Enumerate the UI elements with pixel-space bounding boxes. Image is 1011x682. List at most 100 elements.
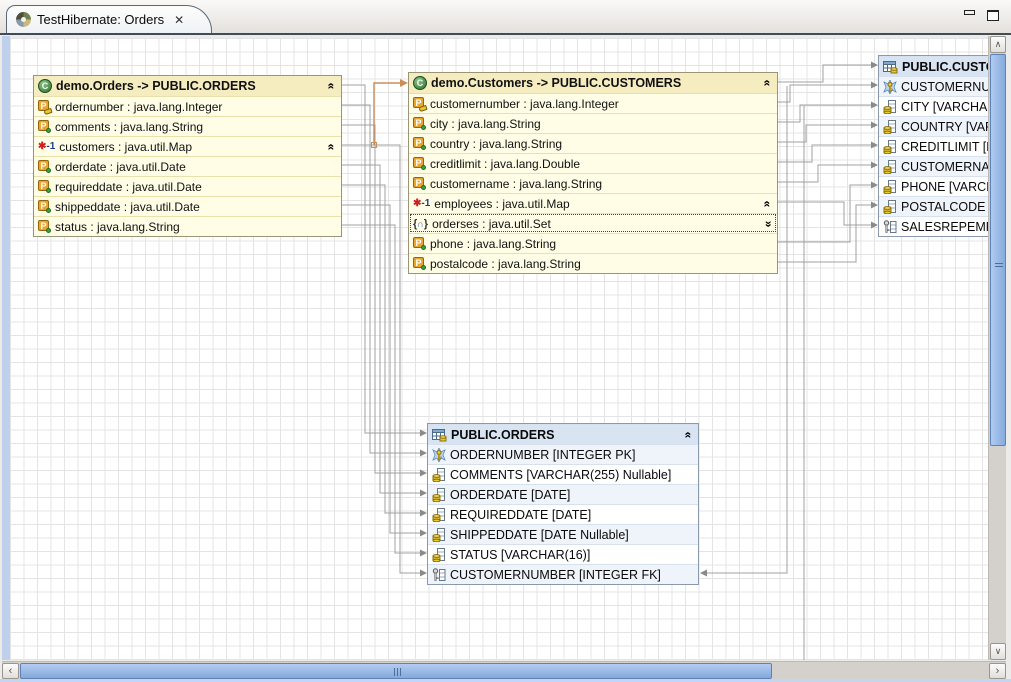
column-label: POSTALCODE [VARCHAR(15)] <box>901 200 988 214</box>
property-label: comments : java.lang.String <box>55 120 203 134</box>
column-label: ORDERNUMBER [INTEGER PK] <box>450 448 635 462</box>
many-to-one-icon: ✱-1 <box>38 141 55 152</box>
column-icon <box>883 180 897 194</box>
property-row[interactable]: P country : java.lang.String <box>409 133 777 153</box>
property-icon: P <box>38 180 51 193</box>
foreign-key-icon <box>883 220 897 234</box>
column-label: ORDERDATE [DATE] <box>450 488 570 502</box>
property-label: shippeddate : java.util.Date <box>55 200 200 214</box>
column-row[interactable]: ORDERNUMBER [INTEGER PK] <box>428 444 698 464</box>
property-row[interactable]: P city : java.lang.String <box>409 113 777 133</box>
scroll-left-arrow-icon[interactable]: ‹ <box>2 663 19 679</box>
class-box-orders[interactable]: C demo.Orders -> PUBLIC.ORDERS P ordernu… <box>33 75 342 237</box>
column-row[interactable]: CUSTOMERNUMBER [INTEGER FK] <box>428 564 698 584</box>
property-icon: P <box>413 257 426 270</box>
class-box-header[interactable]: C demo.Customers -> PUBLIC.CUSTOMERS <box>409 73 777 93</box>
property-row[interactable]: P customername : java.lang.String <box>409 173 777 193</box>
column-icon <box>432 548 446 562</box>
horizontal-scroll-thumb[interactable] <box>20 663 772 679</box>
class-box-customers[interactable]: C demo.Customers -> PUBLIC.CUSTOMERS P c… <box>408 72 778 274</box>
property-row[interactable]: P shippeddate : java.util.Date <box>34 196 341 216</box>
tab-close-icon[interactable]: ✕ <box>174 13 184 27</box>
table-box-title: PUBLIC.ORDERS <box>451 428 554 442</box>
property-label: status : java.lang.String <box>55 220 180 234</box>
column-row[interactable]: CITY [VARCHAR(50)] <box>879 96 988 116</box>
collapse-chevron-icon[interactable] <box>761 76 773 90</box>
column-row[interactable]: PHONE [VARCHAR(50)] <box>879 176 988 196</box>
property-row[interactable]: P orderdate : java.util.Date <box>34 156 341 176</box>
table-icon <box>432 428 447 442</box>
maximize-view-icon[interactable] <box>987 10 999 21</box>
class-box-title: demo.Orders -> PUBLIC.ORDERS <box>56 79 256 93</box>
table-box-public-orders[interactable]: PUBLIC.ORDERS ORDERNUMBER [INTEGER PK] C… <box>427 423 699 585</box>
column-row[interactable]: CUSTOMERNUMBER [INTEGER PK] <box>879 76 988 96</box>
property-label: customers : java.util.Map <box>59 140 192 154</box>
property-row[interactable]: ✱-1 employees : java.util.Map <box>409 193 777 213</box>
scroll-up-arrow-icon[interactable]: ∧ <box>990 36 1006 53</box>
class-box-header[interactable]: C demo.Orders -> PUBLIC.ORDERS <box>34 76 341 96</box>
horizontal-scrollbar[interactable]: ‹ › <box>2 661 1006 679</box>
column-row[interactable]: SALESREPEMPLOYEENUMBER [INTEGER FK] <box>879 216 988 236</box>
property-label: employees : java.util.Map <box>434 197 569 211</box>
property-icon: P <box>413 157 426 170</box>
column-row[interactable]: REQUIREDDATE [DATE] <box>428 504 698 524</box>
property-icon: P <box>38 200 51 213</box>
property-icon: P <box>38 160 51 173</box>
property-row[interactable]: P customernumber : java.lang.Integer <box>409 93 777 113</box>
scroll-right-arrow-icon[interactable]: › <box>989 663 1006 679</box>
scroll-down-arrow-icon[interactable]: ∨ <box>990 643 1006 660</box>
collapse-chevron-icon[interactable] <box>325 79 337 93</box>
property-row[interactable]: P status : java.lang.String <box>34 216 341 236</box>
diagram-canvas[interactable]: C demo.Orders -> PUBLIC.ORDERS P ordernu… <box>10 38 988 660</box>
property-row[interactable]: P phone : java.lang.String <box>409 233 777 253</box>
tab-title: TestHibernate: Orders <box>37 12 164 27</box>
collapse-chevron-icon[interactable] <box>682 428 694 442</box>
table-icon <box>883 60 898 74</box>
column-icon <box>883 120 897 134</box>
property-row[interactable]: P creditlimit : java.lang.Double <box>409 153 777 173</box>
column-label: STATUS [VARCHAR(16)] <box>450 548 590 562</box>
property-row[interactable]: P comments : java.lang.String <box>34 116 341 136</box>
vertical-scroll-thumb[interactable] <box>990 54 1006 446</box>
table-box-header[interactable]: PUBLIC.CUSTOMERS <box>879 56 988 76</box>
column-row[interactable]: COUNTRY [VARCHAR(50)] <box>879 116 988 136</box>
column-icon <box>883 140 897 154</box>
property-label: customername : java.lang.String <box>430 177 602 191</box>
editor-tab[interactable]: TestHibernate: Orders ✕ <box>6 5 212 33</box>
column-icon <box>432 488 446 502</box>
column-label: CUSTOMERNUMBER [INTEGER FK] <box>450 568 661 582</box>
column-row[interactable]: POSTALCODE [VARCHAR(15)] <box>879 196 988 216</box>
table-box-public-customers[interactable]: PUBLIC.CUSTOMERS CUSTOMERNUMBER [INTEGER… <box>878 55 988 237</box>
column-icon <box>883 200 897 214</box>
property-label: creditlimit : java.lang.Double <box>430 157 580 171</box>
property-key-icon: P <box>38 100 51 113</box>
property-row[interactable]: P ordernumber : java.lang.Integer <box>34 96 341 116</box>
primary-key-icon <box>883 80 897 94</box>
column-row[interactable]: SHIPPEDDATE [DATE Nullable] <box>428 524 698 544</box>
column-row[interactable]: COMMENTS [VARCHAR(255) Nullable] <box>428 464 698 484</box>
property-label: phone : java.lang.String <box>430 237 556 251</box>
property-row-selected[interactable]: {∩} orderses : java.util.Set <box>409 213 777 233</box>
diagram-editor-icon <box>16 12 31 27</box>
property-row[interactable]: P requireddate : java.util.Date <box>34 176 341 196</box>
vertical-scrollbar[interactable]: ∧ ∨ <box>988 36 1006 660</box>
column-row[interactable]: CREDITLIMIT [DOUBLE] <box>879 136 988 156</box>
property-key-icon: P <box>413 97 426 110</box>
table-box-title: PUBLIC.CUSTOMERS <box>902 60 988 74</box>
minimize-view-icon[interactable] <box>963 10 975 20</box>
column-row[interactable]: CUSTOMERNAME [VARCHAR(50)] <box>879 156 988 176</box>
property-row[interactable]: P postalcode : java.lang.String <box>409 253 777 273</box>
column-row[interactable]: STATUS [VARCHAR(16)] <box>428 544 698 564</box>
property-row[interactable]: ✱-1 customers : java.util.Map <box>34 136 341 156</box>
property-icon: P <box>413 117 426 130</box>
column-label: CITY [VARCHAR(50)] <box>901 100 988 114</box>
expand-chevron-icon[interactable] <box>761 217 773 231</box>
set-icon: {∩} <box>413 218 428 230</box>
column-label: CREDITLIMIT [DOUBLE] <box>901 140 988 154</box>
table-box-header[interactable]: PUBLIC.ORDERS <box>428 424 698 444</box>
property-label: ordernumber : java.lang.Integer <box>55 100 222 114</box>
property-icon: P <box>413 137 426 150</box>
collapse-chevron-icon[interactable] <box>761 197 773 211</box>
collapse-chevron-icon[interactable] <box>325 140 337 154</box>
column-row[interactable]: ORDERDATE [DATE] <box>428 484 698 504</box>
